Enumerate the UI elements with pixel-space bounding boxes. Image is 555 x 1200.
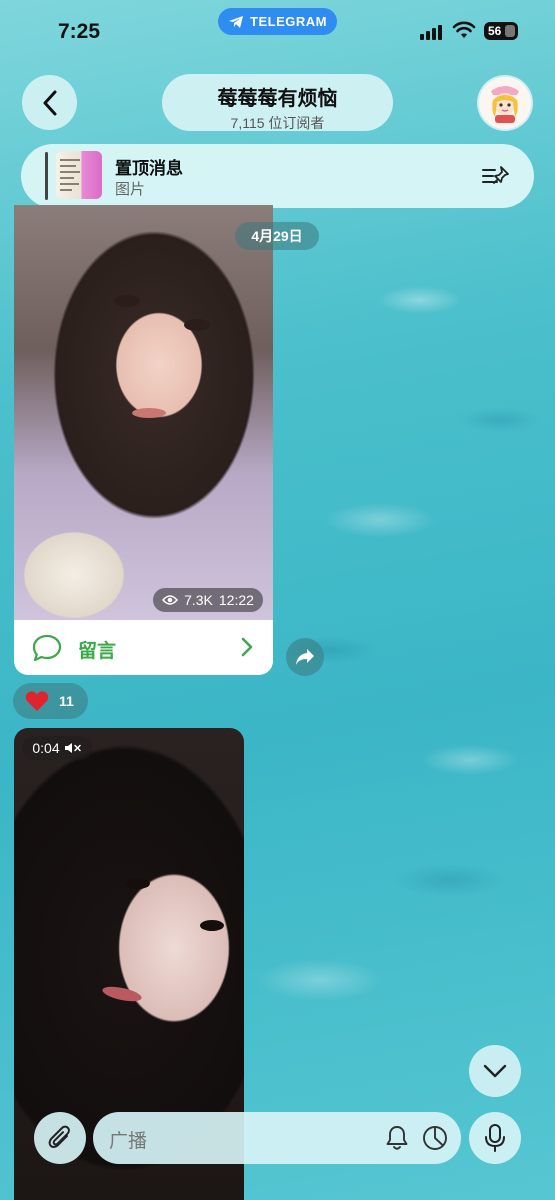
paperclip-icon bbox=[48, 1125, 70, 1148]
reaction-count: 11 bbox=[59, 693, 74, 709]
telegram-pill[interactable]: TELEGRAM bbox=[218, 8, 337, 35]
scroll-down-button[interactable] bbox=[469, 1045, 521, 1097]
input-placeholder: 广播 bbox=[109, 1131, 148, 1152]
chevron-down-icon bbox=[483, 1064, 507, 1078]
post-photo[interactable] bbox=[14, 205, 273, 620]
view-time-badge: 7.3K 12:22 bbox=[153, 588, 263, 612]
battery-indicator: 56 bbox=[484, 22, 518, 40]
channel-header[interactable]: 莓莓莓有烦恼 7,115 位订阅者 bbox=[162, 74, 393, 131]
telegram-pill-label: TELEGRAM bbox=[250, 14, 327, 29]
pin-list-icon[interactable] bbox=[481, 164, 511, 188]
pinned-title: 置顶消息 bbox=[115, 159, 183, 178]
mic-button[interactable] bbox=[469, 1112, 521, 1164]
comments-label: 留言 bbox=[78, 641, 117, 662]
timer-icon[interactable] bbox=[421, 1124, 449, 1152]
back-button[interactable] bbox=[22, 75, 77, 130]
back-icon bbox=[43, 90, 56, 115]
status-time: 7:25 bbox=[58, 20, 101, 43]
channel-avatar[interactable] bbox=[477, 75, 533, 131]
share-button[interactable] bbox=[286, 638, 324, 676]
pinned-subtitle: 图片 bbox=[115, 181, 146, 198]
subscriber-count: 7,115 位订阅者 bbox=[230, 115, 325, 131]
comments-button[interactable]: 留言 bbox=[14, 620, 273, 675]
share-icon bbox=[296, 649, 314, 665]
heart-icon bbox=[25, 691, 49, 711]
battery-level: 56 bbox=[488, 24, 502, 38]
view-count: 7.3K bbox=[184, 592, 213, 608]
attach-button[interactable] bbox=[34, 1112, 86, 1164]
comment-icon bbox=[32, 634, 62, 662]
video-duration-badge: 0:04 bbox=[22, 736, 92, 760]
wifi-icon bbox=[452, 21, 476, 38]
eye-icon bbox=[162, 595, 179, 605]
pinned-message-bar[interactable]: 置顶消息 图片 bbox=[21, 144, 534, 208]
cell-signal-icon bbox=[420, 25, 442, 40]
telegram-icon bbox=[229, 15, 244, 28]
broadcast-input[interactable]: 广播 bbox=[93, 1112, 461, 1164]
video-duration: 0:04 bbox=[32, 740, 60, 756]
post-time: 12:22 bbox=[218, 592, 254, 608]
date-separator: 4月29日 bbox=[235, 222, 319, 250]
chevron-right-icon bbox=[241, 637, 253, 657]
mute-icon bbox=[64, 743, 81, 753]
heart-reaction[interactable]: 11 bbox=[13, 683, 88, 719]
pin-indicator bbox=[45, 152, 48, 200]
channel-title: 莓莓莓有烦恼 bbox=[217, 88, 338, 110]
bell-icon[interactable] bbox=[385, 1124, 409, 1152]
pinned-thumbnail bbox=[56, 151, 102, 199]
mic-icon bbox=[485, 1124, 505, 1152]
avatar-image bbox=[479, 77, 531, 129]
